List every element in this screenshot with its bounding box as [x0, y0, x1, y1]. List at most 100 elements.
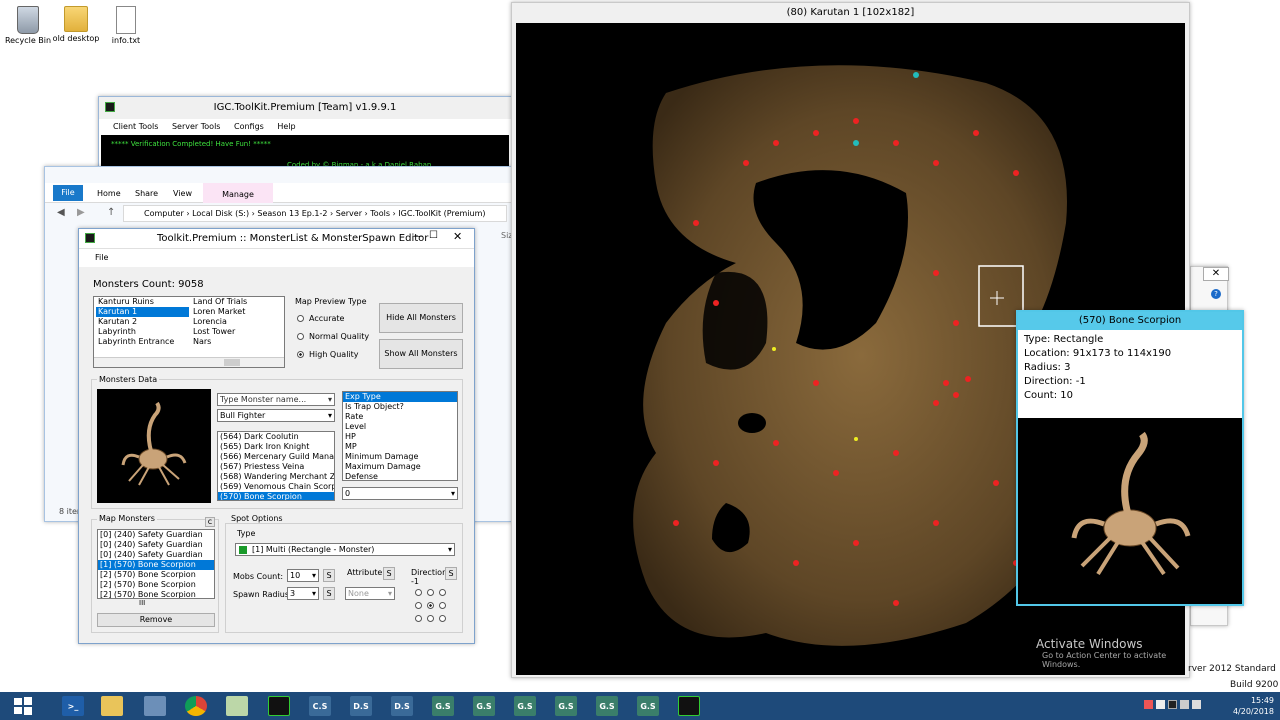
taskbar-explorer[interactable] — [97, 693, 127, 719]
clock-time[interactable]: 15:49 — [1228, 696, 1274, 705]
map-monster-item-selected[interactable]: [1] (570) Bone Scorpion — [98, 560, 214, 570]
menu-configs[interactable]: Configs — [234, 122, 264, 131]
editor-titlebar[interactable]: Toolkit.Premium :: MonsterList & Monster… — [79, 229, 474, 249]
hide-all-monsters-button[interactable]: Hide All Monsters — [379, 303, 463, 333]
taskbar-notepad[interactable] — [222, 693, 252, 719]
map-item[interactable]: Nars — [191, 337, 284, 347]
map-item[interactable]: Loren Market — [191, 307, 284, 317]
path-server[interactable]: Server — [336, 209, 362, 218]
tray-flag-icon[interactable] — [1156, 700, 1165, 709]
close-icon[interactable]: ✕ — [453, 230, 462, 243]
monster-list-item[interactable]: (566) Mercenary Guild Manag — [218, 452, 334, 462]
monster-list-item[interactable]: (564) Dark Coolutin — [218, 432, 334, 442]
map-item[interactable]: Labyrinth Entrance — [96, 337, 189, 347]
forward-arrow-icon[interactable]: ▶ — [77, 207, 85, 218]
map-monster-item[interactable]: [2] (570) Bone Scorpion — [98, 590, 214, 598]
attribute-item[interactable]: MP — [343, 442, 457, 452]
map-monster-item[interactable]: [0] (240) Safety Guardian — [98, 530, 214, 540]
desktop-icon-old-desktop[interactable]: old desktop — [48, 6, 104, 43]
monster-list[interactable]: (564) Dark Coolutin (565) Dark Iron Knig… — [217, 431, 335, 501]
taskbar-server-6[interactable]: G.S — [510, 693, 540, 719]
map-item[interactable]: Labyrinth — [96, 327, 189, 337]
scroll-thumb[interactable] — [224, 359, 240, 366]
taskbar-server-1[interactable]: C.S — [305, 693, 335, 719]
ribbon-tab-home[interactable]: Home — [97, 189, 121, 198]
monster-type-combo[interactable]: Bull Fighter — [217, 409, 335, 422]
map-monster-item[interactable]: [0] (240) Safety Guardian — [98, 540, 214, 550]
attribute-item[interactable]: Minimum Damage — [343, 452, 457, 462]
ribbon-tab-view[interactable]: View — [173, 189, 192, 198]
attribute-combo[interactable]: None — [345, 587, 395, 600]
volume-icon[interactable] — [1192, 700, 1201, 709]
taskbar-server-7[interactable]: G.S — [551, 693, 581, 719]
map-list-hscrollbar[interactable] — [94, 357, 284, 367]
network-tray-icon[interactable] — [1180, 700, 1189, 709]
taskbar-server-5[interactable]: G.S — [469, 693, 499, 719]
spot-type-combo[interactable]: [1] Multi (Rectangle - Monster) — [235, 543, 455, 556]
taskbar-server-9[interactable]: G.S — [633, 693, 663, 719]
taskbar-toolkit[interactable] — [264, 693, 294, 719]
preview-accurate[interactable]: Accurate — [297, 314, 344, 323]
preview-normal[interactable]: Normal Quality — [297, 332, 369, 341]
map-item[interactable]: Lorencia — [191, 317, 284, 327]
spawn-radius-s-button[interactable]: S — [323, 587, 335, 600]
taskbar-server-4[interactable]: G.S — [428, 693, 458, 719]
taskbar-network[interactable] — [140, 693, 170, 719]
monster-list-item-selected[interactable]: (570) Bone Scorpion — [218, 492, 334, 500]
clock-date[interactable]: 4/20/2018 — [1220, 707, 1274, 716]
attribute-value-stepper[interactable]: 0 — [342, 487, 458, 500]
menu-client-tools[interactable]: Client Tools — [113, 122, 158, 131]
taskbar-powershell[interactable]: >_ — [58, 693, 88, 719]
map-item[interactable]: Lost Tower — [191, 327, 284, 337]
map-monster-item[interactable]: [0] (240) Safety Guardian — [98, 550, 214, 560]
monster-list-item[interactable]: (565) Dark Iron Knight — [218, 442, 334, 452]
up-arrow-icon[interactable]: ↑ — [107, 207, 115, 218]
editor-menu-file[interactable]: File — [79, 249, 474, 267]
tray-app-icon[interactable] — [1144, 700, 1153, 709]
taskbar-chrome[interactable] — [181, 693, 211, 719]
map-item[interactable]: Karutan 2 — [96, 317, 189, 327]
attribute-item-selected[interactable]: Exp Type — [343, 392, 457, 402]
maximize-icon[interactable]: ☐ — [429, 230, 438, 241]
map-item-selected[interactable]: Karutan 1 — [96, 307, 189, 317]
path-local-disk[interactable]: Local Disk (S:) — [192, 209, 249, 218]
taskbar-server-8[interactable]: G.S — [592, 693, 622, 719]
start-button[interactable] — [8, 693, 38, 719]
ribbon-tab-manage[interactable]: Manage — [203, 183, 273, 203]
tray-console-icon[interactable] — [1168, 700, 1177, 709]
back-arrow-icon[interactable]: ◀ — [57, 207, 65, 218]
path-tools[interactable]: Tools — [370, 209, 390, 218]
map-monster-item[interactable]: [2] (570) Bone Scorpion — [98, 570, 214, 580]
attribute-s-button[interactable]: S — [383, 567, 395, 580]
show-all-monsters-button[interactable]: Show All Monsters — [379, 339, 463, 369]
attribute-item[interactable]: Defense — [343, 472, 457, 480]
attribute-item[interactable]: Is Trap Object? — [343, 402, 457, 412]
attribute-item[interactable]: Rate — [343, 412, 457, 422]
monster-attribute-list[interactable]: Exp Type Is Trap Object? Rate Level HP M… — [342, 391, 458, 481]
minimize-icon[interactable]: — — [413, 231, 423, 242]
mobs-count-s-button[interactable]: S — [323, 569, 335, 582]
direction-radio-grid[interactable] — [415, 586, 455, 625]
path-season[interactable]: Season 13 Ep.1-2 — [257, 209, 327, 218]
ribbon-tab-share[interactable]: Share — [135, 189, 158, 198]
preview-high[interactable]: High Quality — [297, 350, 359, 359]
direction-s-button[interactable]: S — [445, 567, 457, 580]
path-computer[interactable]: Computer — [144, 209, 184, 218]
taskbar-toolkit-2[interactable] — [674, 693, 704, 719]
map-item[interactable]: Land Of Trials — [191, 297, 284, 307]
monster-name-search[interactable]: Type Monster name... — [217, 393, 335, 406]
map-monsters-list[interactable]: [0] (240) Safety Guardian [0] (240) Safe… — [97, 529, 215, 599]
help-icon[interactable]: ? — [1211, 289, 1221, 299]
remove-button[interactable]: Remove — [97, 613, 215, 627]
address-path[interactable]: Computer › Local Disk (S:) › Season 13 E… — [123, 205, 507, 222]
menu-help[interactable]: Help — [277, 122, 295, 131]
map-list[interactable]: Kanturu Ruins Karutan 1 Karutan 2 Labyri… — [93, 296, 285, 368]
map-monster-item[interactable]: [2] (570) Bone Scorpion — [98, 580, 214, 590]
ribbon-tab-file[interactable]: File — [53, 185, 83, 201]
monster-list-item[interactable]: (568) Wandering Merchant Zy — [218, 472, 334, 482]
attribute-item[interactable]: Maximum Damage — [343, 462, 457, 472]
attribute-item[interactable]: Level — [343, 422, 457, 432]
taskbar-server-3[interactable]: D.S — [387, 693, 417, 719]
map-monsters-hscroll-thumb[interactable]: III — [139, 599, 145, 607]
toolkit-titlebar[interactable]: IGC.ToolKit.Premium [Team] v1.9.9.1 — [99, 97, 511, 119]
